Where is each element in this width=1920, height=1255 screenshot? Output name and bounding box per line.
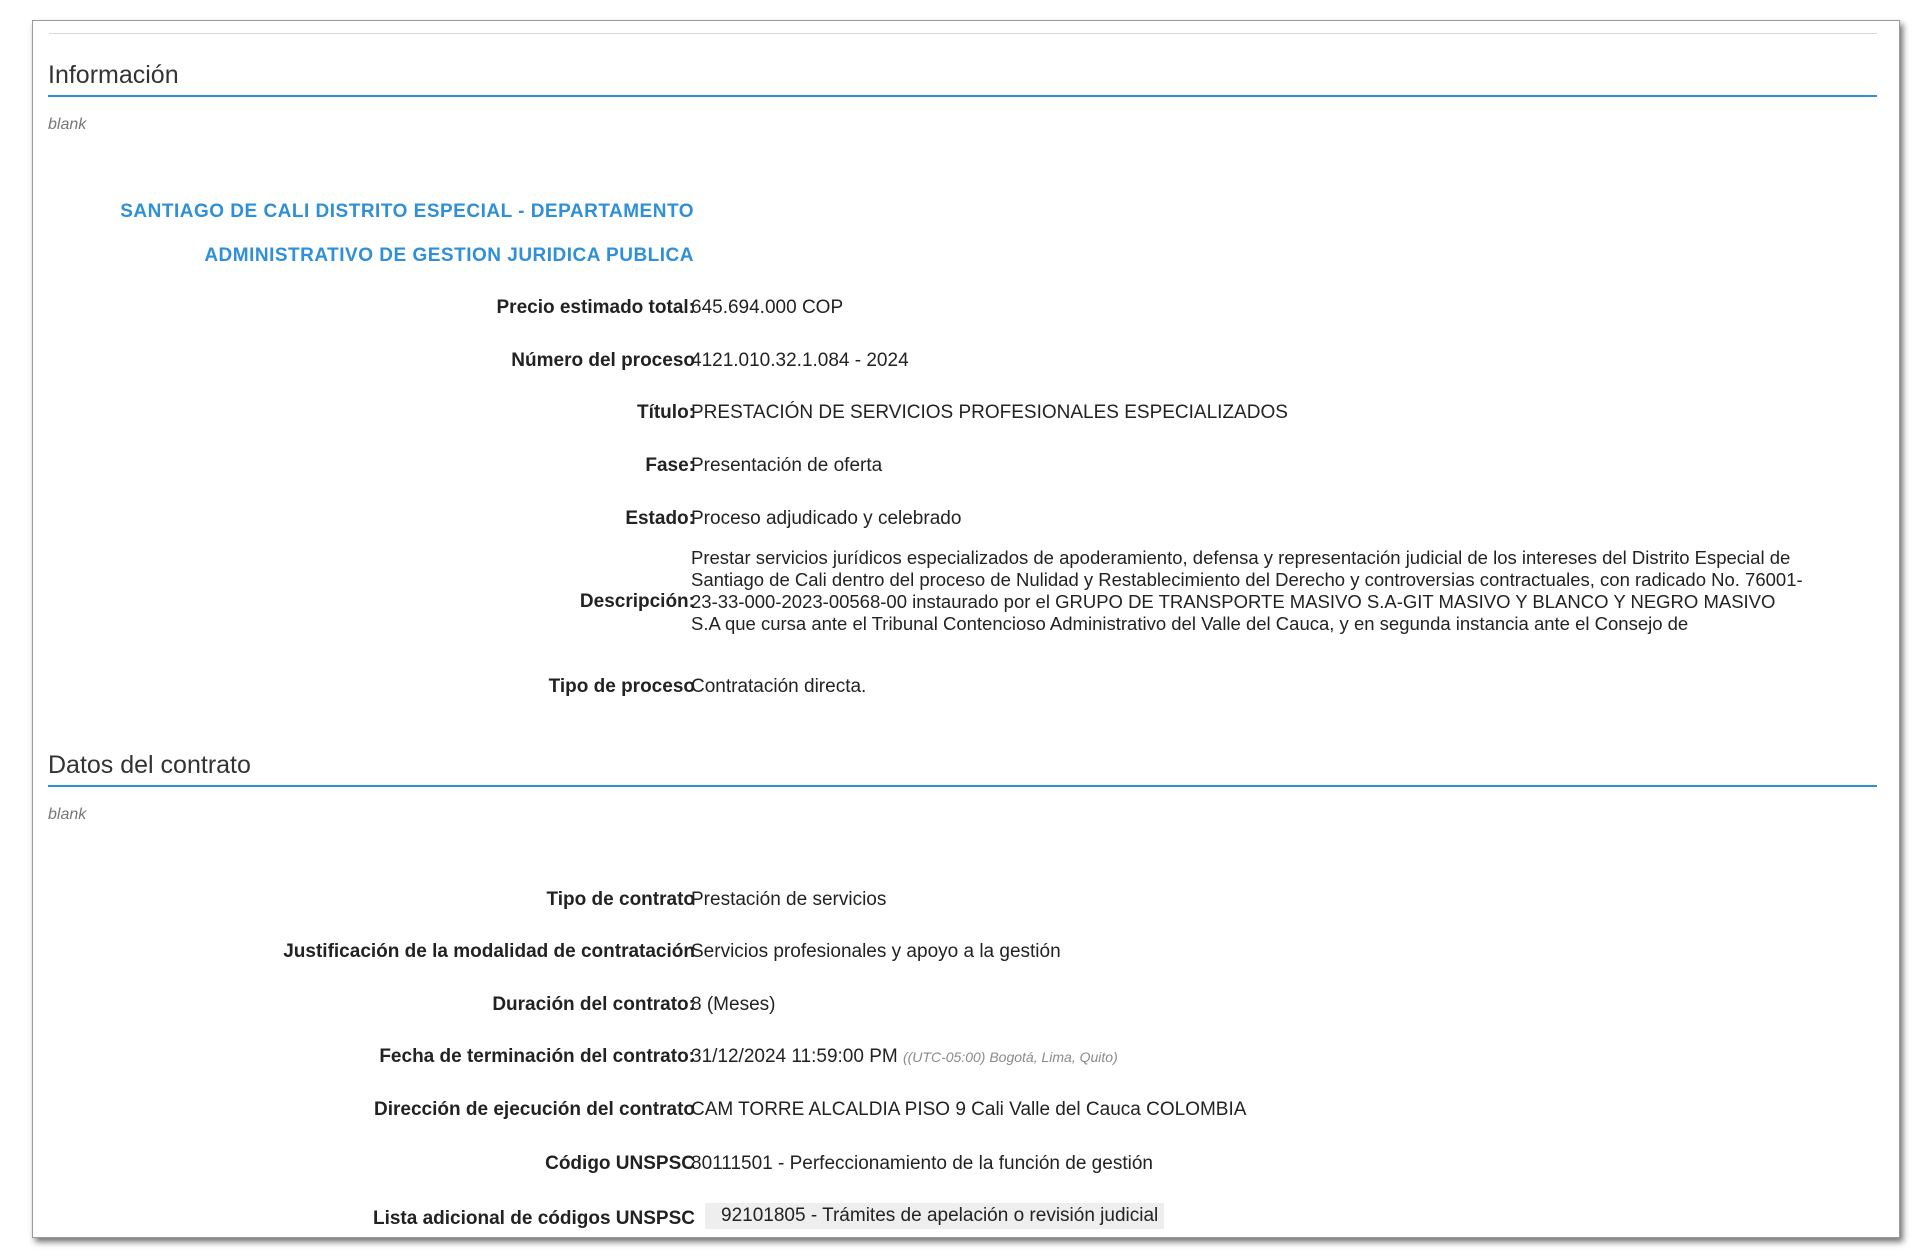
date-value: 31/12/2024 11:59:00 PM (691, 1046, 898, 1067)
field-label: Título: (636, 402, 695, 423)
field-label: Dirección de ejecución del contrato (374, 1099, 695, 1120)
field-label: Precio estimado total: (496, 297, 696, 318)
field-label: Lista adicional de códigos UNSPSC (372, 1208, 695, 1229)
field-label: Tipo de proceso (548, 676, 695, 697)
field-value: Contratación directa. (691, 676, 867, 697)
field-value-code-chip: 92101805 - Trámites de apelación o revis… (705, 1203, 1165, 1229)
field-label: Fecha de terminación del contrato: (379, 1046, 695, 1067)
field-value: Presentación de oferta (691, 455, 883, 476)
field-label: Código UNSPSC (545, 1153, 695, 1174)
field-label: Estado: (625, 508, 695, 529)
field-value: 80111501 - Perfeccionamiento de la funci… (691, 1153, 1153, 1174)
field-value-date: 31/12/2024 11:59:00 PM ((UTC-05:00) Bogo… (691, 1046, 1118, 1068)
entity-name-line2: ADMINISTRATIVO DE GESTION JURIDICA PUBLI… (204, 245, 694, 266)
timezone-note: ((UTC-05:00) Bogotá, Lima, Quito) (902, 1049, 1118, 1065)
top-divider (49, 33, 1877, 34)
field-value: Servicios profesionales y apoyo a la ges… (691, 941, 1061, 962)
unspsc-code-chip: 92101805 - Trámites de apelación o revis… (705, 1203, 1165, 1229)
field-label: Número del proceso (511, 350, 695, 371)
section-title-datos-contrato: Datos del contrato (48, 749, 1877, 787)
field-value: CAM TORRE ALCALDIA PISO 9 Cali Valle del… (691, 1099, 1247, 1120)
entity-name-line1: SANTIAGO DE CALI DISTRITO ESPECIAL - DEP… (120, 201, 694, 222)
informacion-blank-note: blank (48, 116, 87, 133)
field-value-description: Prestar servicios jurídicos especializad… (691, 547, 1803, 634)
field-label: Tipo de contrato (546, 889, 695, 910)
field-value: 4121.010.32.1.084 - 2024 (691, 350, 909, 371)
field-value: 645.694.000 COP (691, 297, 844, 318)
field-value: Prestación de servicios (691, 889, 887, 910)
field-label: Duración del contrato: (492, 994, 695, 1015)
contrato-blank-note: blank (48, 806, 87, 823)
field-label: Descripción: (579, 591, 695, 612)
field-value: Proceso adjudicado y celebrado (691, 508, 962, 529)
field-value: PRESTACIÓN DE SERVICIOS PROFESIONALES ES… (691, 402, 1288, 423)
field-label: Justificación de la modalidad de contrat… (283, 941, 695, 962)
section-title-informacion: Información (48, 59, 1877, 97)
field-label: Fase: (645, 455, 695, 476)
field-value: 8 (Meses) (691, 994, 776, 1015)
process-detail-panel: Información blank SANTIAGO DE CALI DISTR… (32, 20, 1900, 1238)
